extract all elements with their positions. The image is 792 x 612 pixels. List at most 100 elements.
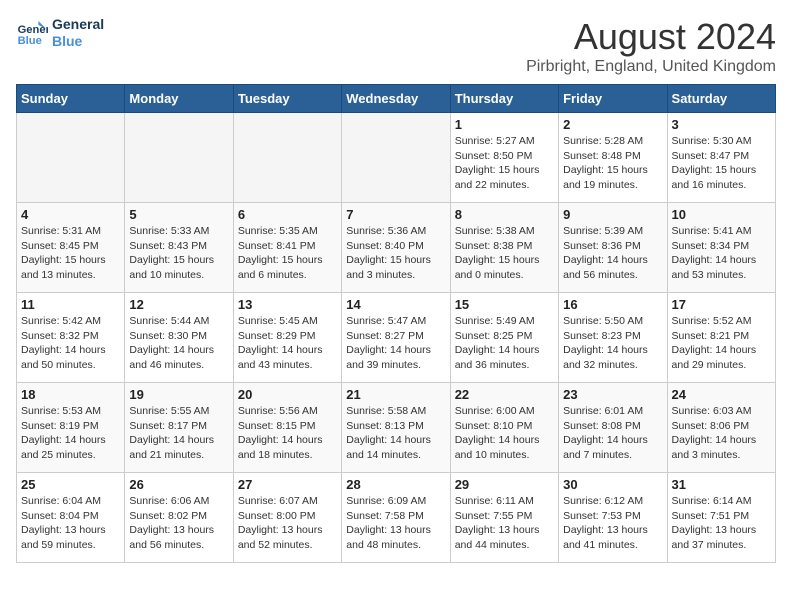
calendar-cell xyxy=(233,113,341,203)
calendar-cell: 13Sunrise: 5:45 AM Sunset: 8:29 PM Dayli… xyxy=(233,293,341,383)
weekday-header: Friday xyxy=(559,85,667,113)
calendar-cell: 7 Sunrise: 5:36 AM Sunset: 8:40 PM Daylig… xyxy=(342,203,450,293)
day-info: Sunrise: 6:12 AM Sunset: 7:53 PM Dayligh… xyxy=(563,494,662,553)
day-info: Sunrise: 5:44 AM Sunset: 8:30 PM Dayligh… xyxy=(129,314,228,373)
day-number: 28 xyxy=(346,477,445,492)
day-number: 5 xyxy=(129,207,228,222)
weekday-header: Saturday xyxy=(667,85,775,113)
day-number: 17 xyxy=(672,297,771,312)
calendar-cell: 30 Sunrise: 6:12 AM Sunset: 7:53 PM Dayli… xyxy=(559,473,667,563)
calendar-cell: 19Sunrise: 5:55 AM Sunset: 8:17 PM Dayli… xyxy=(125,383,233,473)
calendar-cell: 23Sunrise: 6:01 AM Sunset: 8:08 PM Dayli… xyxy=(559,383,667,473)
day-number: 29 xyxy=(455,477,554,492)
day-number: 24 xyxy=(672,387,771,402)
day-number: 20 xyxy=(238,387,337,402)
day-info: Sunrise: 6:04 AM Sunset: 8:04 PM Dayligh… xyxy=(21,494,120,553)
day-info: Sunrise: 5:49 AM Sunset: 8:25 PM Dayligh… xyxy=(455,314,554,373)
day-number: 1 xyxy=(455,117,554,132)
day-info: Sunrise: 5:50 AM Sunset: 8:23 PM Dayligh… xyxy=(563,314,662,373)
weekday-header: Monday xyxy=(125,85,233,113)
calendar-cell: 8 Sunrise: 5:38 AM Sunset: 8:38 PM Daylig… xyxy=(450,203,558,293)
day-info: Sunrise: 5:35 AM Sunset: 8:41 PM Dayligh… xyxy=(238,224,337,283)
day-info: Sunrise: 5:58 AM Sunset: 8:13 PM Dayligh… xyxy=(346,404,445,463)
calendar-week-row: 11Sunrise: 5:42 AM Sunset: 8:32 PM Dayli… xyxy=(17,293,776,383)
calendar-subtitle: Pirbright, England, United Kingdom xyxy=(526,58,776,76)
calendar-table: SundayMondayTuesdayWednesdayThursdayFrid… xyxy=(16,84,776,563)
calendar-cell: 25 Sunrise: 6:04 AM Sunset: 8:04 PM Dayli… xyxy=(17,473,125,563)
calendar-cell: 18 Sunrise: 5:53 AM Sunset: 8:19 PM Dayli… xyxy=(17,383,125,473)
calendar-cell: 16 Sunrise: 5:50 AM Sunset: 8:23 PM Dayli… xyxy=(559,293,667,383)
day-info: Sunrise: 5:41 AM Sunset: 8:34 PM Dayligh… xyxy=(672,224,771,283)
day-info: Sunrise: 6:00 AM Sunset: 8:10 PM Dayligh… xyxy=(455,404,554,463)
weekday-header: Sunday xyxy=(17,85,125,113)
logo-blue: Blue xyxy=(52,33,104,50)
day-info: Sunrise: 6:09 AM Sunset: 7:58 PM Dayligh… xyxy=(346,494,445,553)
calendar-cell: 27 Sunrise: 6:07 AM Sunset: 8:00 PM Dayli… xyxy=(233,473,341,563)
day-number: 27 xyxy=(238,477,337,492)
day-number: 12 xyxy=(129,297,228,312)
day-number: 19 xyxy=(129,387,228,402)
calendar-cell: 9Sunrise: 5:39 AM Sunset: 8:36 PM Daylig… xyxy=(559,203,667,293)
calendar-week-row: 18 Sunrise: 5:53 AM Sunset: 8:19 PM Dayli… xyxy=(17,383,776,473)
day-info: Sunrise: 5:39 AM Sunset: 8:36 PM Dayligh… xyxy=(563,224,662,283)
weekday-header: Tuesday xyxy=(233,85,341,113)
day-info: Sunrise: 6:06 AM Sunset: 8:02 PM Dayligh… xyxy=(129,494,228,553)
logo-icon: General Blue xyxy=(16,17,48,49)
day-number: 25 xyxy=(21,477,120,492)
day-number: 2 xyxy=(563,117,662,132)
day-number: 6 xyxy=(238,207,337,222)
calendar-cell xyxy=(125,113,233,203)
calendar-title: August 2024 xyxy=(526,16,776,58)
calendar-cell: 22 Sunrise: 6:00 AM Sunset: 8:10 PM Dayli… xyxy=(450,383,558,473)
day-number: 7 xyxy=(346,207,445,222)
calendar-header-row: SundayMondayTuesdayWednesdayThursdayFrid… xyxy=(17,85,776,113)
calendar-cell xyxy=(342,113,450,203)
day-number: 14 xyxy=(346,297,445,312)
day-info: Sunrise: 5:53 AM Sunset: 8:19 PM Dayligh… xyxy=(21,404,120,463)
day-number: 10 xyxy=(672,207,771,222)
weekday-header: Wednesday xyxy=(342,85,450,113)
day-info: Sunrise: 6:07 AM Sunset: 8:00 PM Dayligh… xyxy=(238,494,337,553)
day-info: Sunrise: 5:38 AM Sunset: 8:38 PM Dayligh… xyxy=(455,224,554,283)
calendar-cell: 24 Sunrise: 6:03 AM Sunset: 8:06 PM Dayli… xyxy=(667,383,775,473)
calendar-cell: 12 Sunrise: 5:44 AM Sunset: 8:30 PM Dayli… xyxy=(125,293,233,383)
day-info: Sunrise: 5:31 AM Sunset: 8:45 PM Dayligh… xyxy=(21,224,120,283)
day-info: Sunrise: 5:36 AM Sunset: 8:40 PM Dayligh… xyxy=(346,224,445,283)
day-info: Sunrise: 5:42 AM Sunset: 8:32 PM Dayligh… xyxy=(21,314,120,373)
day-number: 31 xyxy=(672,477,771,492)
calendar-week-row: 25 Sunrise: 6:04 AM Sunset: 8:04 PM Dayli… xyxy=(17,473,776,563)
calendar-cell: 20 Sunrise: 5:56 AM Sunset: 8:15 PM Dayli… xyxy=(233,383,341,473)
page-header: General Blue General Blue August 2024 Pi… xyxy=(16,16,776,76)
day-info: Sunrise: 5:30 AM Sunset: 8:47 PM Dayligh… xyxy=(672,134,771,193)
title-block: August 2024 Pirbright, England, United K… xyxy=(526,16,776,76)
svg-text:General: General xyxy=(18,24,48,36)
logo-general: General xyxy=(52,16,104,33)
day-info: Sunrise: 5:52 AM Sunset: 8:21 PM Dayligh… xyxy=(672,314,771,373)
day-number: 15 xyxy=(455,297,554,312)
day-info: Sunrise: 5:56 AM Sunset: 8:15 PM Dayligh… xyxy=(238,404,337,463)
day-number: 16 xyxy=(563,297,662,312)
calendar-cell: 14 Sunrise: 5:47 AM Sunset: 8:27 PM Dayli… xyxy=(342,293,450,383)
calendar-cell: 4Sunrise: 5:31 AM Sunset: 8:45 PM Daylig… xyxy=(17,203,125,293)
calendar-cell: 29Sunrise: 6:11 AM Sunset: 7:55 PM Dayli… xyxy=(450,473,558,563)
calendar-cell: 15 Sunrise: 5:49 AM Sunset: 8:25 PM Dayli… xyxy=(450,293,558,383)
day-number: 8 xyxy=(455,207,554,222)
calendar-cell: 31Sunrise: 6:14 AM Sunset: 7:51 PM Dayli… xyxy=(667,473,775,563)
day-info: Sunrise: 6:01 AM Sunset: 8:08 PM Dayligh… xyxy=(563,404,662,463)
calendar-week-row: 4Sunrise: 5:31 AM Sunset: 8:45 PM Daylig… xyxy=(17,203,776,293)
calendar-cell: 17 Sunrise: 5:52 AM Sunset: 8:21 PM Dayli… xyxy=(667,293,775,383)
day-number: 26 xyxy=(129,477,228,492)
calendar-cell: 28 Sunrise: 6:09 AM Sunset: 7:58 PM Dayli… xyxy=(342,473,450,563)
day-info: Sunrise: 6:03 AM Sunset: 8:06 PM Dayligh… xyxy=(672,404,771,463)
day-info: Sunrise: 5:47 AM Sunset: 8:27 PM Dayligh… xyxy=(346,314,445,373)
day-info: Sunrise: 5:28 AM Sunset: 8:48 PM Dayligh… xyxy=(563,134,662,193)
calendar-cell: 6 Sunrise: 5:35 AM Sunset: 8:41 PM Daylig… xyxy=(233,203,341,293)
calendar-cell: 26 Sunrise: 6:06 AM Sunset: 8:02 PM Dayli… xyxy=(125,473,233,563)
day-info: Sunrise: 5:33 AM Sunset: 8:43 PM Dayligh… xyxy=(129,224,228,283)
day-number: 13 xyxy=(238,297,337,312)
day-number: 30 xyxy=(563,477,662,492)
day-number: 22 xyxy=(455,387,554,402)
day-number: 18 xyxy=(21,387,120,402)
calendar-cell: 21Sunrise: 5:58 AM Sunset: 8:13 PM Dayli… xyxy=(342,383,450,473)
calendar-cell: 5 Sunrise: 5:33 AM Sunset: 8:43 PM Daylig… xyxy=(125,203,233,293)
